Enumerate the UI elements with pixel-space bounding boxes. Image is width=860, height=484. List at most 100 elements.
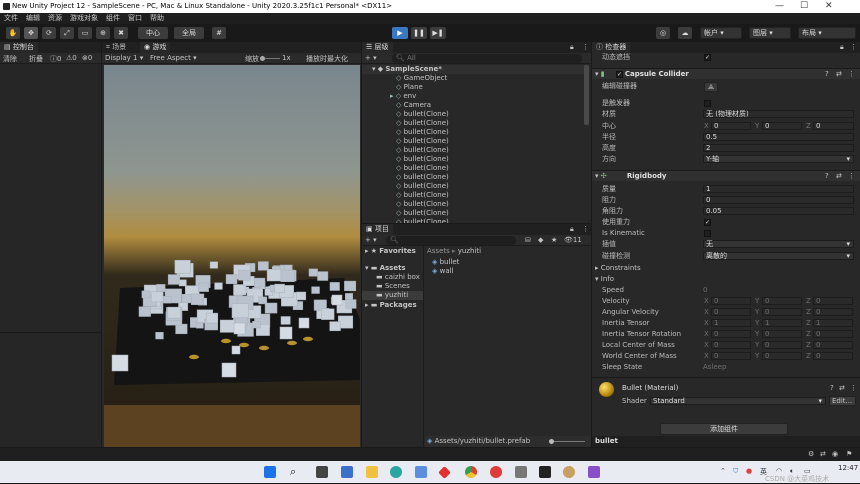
tree-favorites[interactable]: ▸ ★ Favorites: [362, 247, 423, 256]
console-divider[interactable]: [0, 332, 101, 333]
pivot-toggle[interactable]: 中心: [138, 27, 168, 39]
file-item[interactable]: ◈ wall: [432, 267, 582, 276]
project-menu-icon[interactable]: ⋮: [582, 225, 589, 233]
windows-start-icon[interactable]: [264, 466, 276, 478]
menu-gameobject[interactable]: 游戏对象: [70, 13, 98, 24]
visual-studio-icon[interactable]: [588, 466, 600, 478]
clear-button[interactable]: 清除: [3, 54, 17, 64]
rect-tool-icon[interactable]: ▭: [78, 27, 92, 39]
hierarchy-item[interactable]: ◇ bullet(Clone): [362, 209, 584, 218]
component-menu-icon[interactable]: ⋮: [848, 69, 855, 80]
material-help-icon[interactable]: ?: [830, 384, 834, 392]
notification-icon[interactable]: ◉: [832, 450, 838, 458]
tree-folder[interactable]: ▬ yuzhiti: [362, 291, 423, 300]
breadcrumb-yuzhiti[interactable]: yuzhiti: [458, 247, 481, 255]
tab-project[interactable]: ▣ 项目: [362, 224, 393, 235]
hierarchy-item[interactable]: ◇ Camera: [362, 101, 584, 110]
icon-size-slider[interactable]: [549, 439, 585, 444]
tray-shield-icon[interactable]: ⛉: [733, 467, 738, 476]
interpolate-dropdown[interactable]: 无 ▾: [703, 240, 854, 248]
component-menu-icon[interactable]: ⋮: [848, 171, 855, 182]
tray-app-icon[interactable]: ●: [746, 467, 752, 475]
hierarchy-item[interactable]: ◇ bullet(Clone): [362, 110, 584, 119]
app-red-icon[interactable]: [438, 466, 451, 479]
collapse-button[interactable]: 折叠: [29, 54, 43, 64]
panel-menu-icon[interactable]: ⋮: [582, 43, 589, 51]
inspector-menu-icon[interactable]: ⋮: [850, 43, 857, 51]
use-gravity-checkbox[interactable]: ✓: [704, 219, 711, 226]
move-tool-icon[interactable]: ✥: [24, 27, 38, 39]
layers-dropdown[interactable]: 图层 ▾: [749, 27, 791, 39]
tree-folder[interactable]: ▬ caizhi box: [362, 273, 423, 282]
game-viewport[interactable]: [104, 65, 360, 447]
app-generic-icon[interactable]: [515, 466, 527, 478]
project-lock-icon[interactable]: 🔒︎: [570, 225, 574, 234]
direction-dropdown[interactable]: Y-轴 ▾: [703, 155, 854, 163]
close-icon[interactable]: ✕: [825, 1, 833, 11]
hierarchy-item[interactable]: ◇ bullet(Clone): [362, 173, 584, 182]
shader-dropdown[interactable]: Standard ▾: [650, 397, 826, 405]
tree-folder[interactable]: ▬ Scenes: [362, 282, 423, 291]
menu-help[interactable]: 帮助: [150, 13, 164, 24]
pause-button[interactable]: ❚❚: [411, 27, 427, 39]
hierarchy-item[interactable]: ▸ ◇ env: [362, 92, 584, 101]
chrome-icon[interactable]: [465, 466, 477, 478]
debug-mode-icon[interactable]: ⚑: [846, 450, 852, 458]
material-preset-icon[interactable]: ⇄: [839, 384, 845, 392]
mass-field[interactable]: 1: [703, 185, 854, 193]
hierarchy-search-field[interactable]: 🔍︎ All: [392, 54, 582, 63]
menu-window[interactable]: 窗口: [128, 13, 142, 24]
material-menu-icon[interactable]: ⋮: [850, 384, 857, 392]
tab-hierarchy[interactable]: ☰ 层级: [362, 42, 393, 53]
tree-packages[interactable]: ▸ ▬ Packages: [362, 301, 423, 310]
step-button[interactable]: ▶❚: [430, 27, 446, 39]
widgets-icon[interactable]: [341, 466, 353, 478]
filter-label-icon[interactable]: ◆: [538, 236, 543, 244]
display-dropdown[interactable]: Display 1 ▾: [105, 54, 143, 62]
tab-inspector[interactable]: ⓘ 检查器: [592, 42, 631, 53]
account-dropdown[interactable]: 帐户 ▾: [700, 27, 742, 39]
tab-console[interactable]: ▤ 控制台: [0, 42, 38, 53]
height-field[interactable]: 2: [703, 144, 854, 152]
is-kinematic-checkbox[interactable]: [704, 230, 711, 237]
maximize-icon[interactable]: ☐: [800, 1, 808, 11]
hierarchy-scrollbar[interactable]: [584, 65, 589, 125]
menu-edit[interactable]: 编辑: [26, 13, 40, 24]
menu-file[interactable]: 文件: [4, 13, 18, 24]
hierarchy-item[interactable]: ◇ bullet(Clone): [362, 200, 584, 209]
microsoft-store-icon[interactable]: [415, 466, 427, 478]
center-z-field[interactable]: 0: [813, 122, 854, 130]
task-view-icon[interactable]: [316, 466, 328, 478]
constraints-foldout[interactable]: ▸ Constraints: [592, 264, 860, 273]
dynamic-occluder-checkbox[interactable]: ✓: [704, 54, 711, 61]
capsule-enabled-checkbox[interactable]: ✓: [616, 71, 623, 78]
unity-hub-icon[interactable]: [563, 466, 575, 478]
add-object-button[interactable]: + ▾: [365, 54, 377, 62]
scene-row[interactable]: ▾ ◆ SampleScene*: [362, 65, 584, 74]
unity-taskbar-icon[interactable]: [539, 466, 551, 478]
tray-chevron-icon[interactable]: ⌃: [720, 467, 726, 475]
custom-tool-icon[interactable]: ✖: [114, 27, 128, 39]
maximize-on-play-toggle[interactable]: 播放时最大化: [306, 54, 348, 64]
help-icon[interactable]: ?: [825, 69, 829, 80]
hierarchy-item[interactable]: ◇ bullet(Clone): [362, 137, 584, 146]
hand-tool-icon[interactable]: ✋: [6, 27, 20, 39]
collision-detection-dropdown[interactable]: 离散的 ▾: [703, 252, 854, 260]
angular-drag-field[interactable]: 0.05: [703, 207, 854, 215]
preset-icon[interactable]: ⇄: [836, 171, 842, 182]
create-asset-button[interactable]: + ▾: [365, 236, 377, 244]
hierarchy-item[interactable]: ◇ bullet(Clone): [362, 155, 584, 164]
hierarchy-item[interactable]: ◇ bullet(Clone): [362, 218, 584, 223]
progress-icon[interactable]: ⇄: [820, 450, 826, 458]
aspect-dropdown[interactable]: Free Aspect ▾: [150, 54, 197, 62]
layout-dropdown[interactable]: 布局 ▾: [798, 27, 856, 39]
hierarchy-item[interactable]: ◇ bullet(Clone): [362, 128, 584, 137]
collab-icon[interactable]: ◎: [656, 27, 670, 39]
clock-time[interactable]: 12:47: [838, 464, 858, 472]
project-search-field[interactable]: 🔍︎: [386, 236, 516, 245]
radius-field[interactable]: 0.5: [703, 133, 854, 141]
edit-shader-button[interactable]: Edit...: [829, 396, 856, 406]
error-count[interactable]: ⊗0: [82, 54, 92, 62]
scale-slider[interactable]: [260, 56, 280, 61]
add-component-button[interactable]: 添加组件: [660, 423, 788, 435]
